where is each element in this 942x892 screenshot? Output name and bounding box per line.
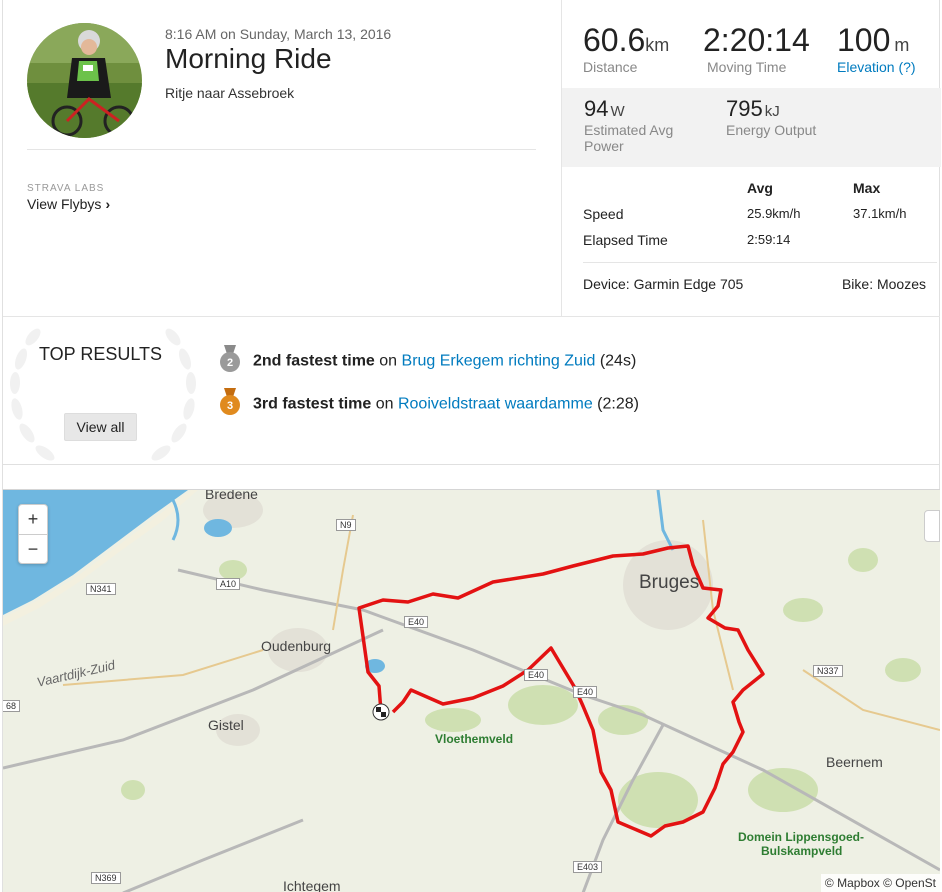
map-label-vloethemveld: Vloethemveld (435, 732, 514, 746)
elevation-value: 100 (837, 22, 891, 58)
achievement-rank: 2nd fastest time (253, 352, 375, 370)
achievement-rank: 3rd fastest time (253, 395, 372, 413)
secondary-roads (62, 514, 940, 731)
moving-time-label: Moving Time (707, 59, 787, 75)
strava-labs-label: STRAVA LABS (27, 183, 105, 194)
road-shield-e40-3: E40 (573, 686, 598, 698)
medal-number: 2 (227, 357, 233, 369)
map-side-control[interactable] (924, 510, 940, 542)
secondary-stats: 94 W Estimated Avg Power 795 kJ Energy Out… (562, 88, 941, 167)
energy-value: 795 (726, 96, 763, 121)
map-label-oudenburg: Oudenburg (261, 638, 332, 654)
achievement-item: 3 3rd fastest time on Rooiveldstraat waa… (219, 388, 639, 421)
finish-flag-icon (372, 703, 390, 721)
speed-max: 37.1km/h (853, 206, 907, 221)
power-unit: W (610, 103, 625, 120)
stats-panel: 60.6km Distance 2:20:14 Moving Time 100 m… (561, 0, 941, 316)
achievement-time: (2:28) (597, 395, 639, 413)
energy-stat: 795 kJ Energy Output (726, 96, 856, 138)
map-attribution[interactable]: © Mapbox © OpenSt (820, 874, 940, 892)
road-shield-n337: N337 (813, 665, 843, 677)
view-flybys-link[interactable]: View Flybys › (27, 196, 110, 212)
map-label-ichtegem: Ichtegem (283, 878, 341, 892)
zoom-in-button[interactable]: + (19, 505, 47, 534)
achievement-on: on (379, 352, 398, 370)
route-map[interactable]: Bredene Bruges Oudenburg Gistel Vaartdij… (3, 489, 940, 892)
view-flybys-label: View Flybys (27, 196, 102, 212)
achievement-item: 2 2nd fastest time on Brug Erkegem richt… (219, 345, 636, 378)
road-shield-e403: E403 (573, 861, 603, 873)
map-label-beernem: Beernem (826, 754, 883, 770)
road-shield-n369: N369 (91, 872, 121, 884)
achievement-on: on (375, 395, 394, 413)
segment-link[interactable]: Rooiveldstraat waardamme (398, 396, 593, 413)
map-label-domein-1: Domein Lippensgoed- (738, 830, 864, 844)
speed-label: Speed (583, 206, 624, 222)
elevation-unit: m (894, 35, 910, 55)
map-label-domein-2: Bulskampveld (761, 844, 843, 858)
laurel-wreath-icon (9, 328, 197, 461)
zoom-control: + − (18, 504, 48, 564)
energy-unit: kJ (764, 103, 780, 120)
activity-title: Morning Ride (165, 43, 332, 74)
distance-value: 60.6 (583, 22, 646, 58)
top-results-label: TOP RESULTS (38, 344, 163, 364)
road-shield-e40-2: E40 (524, 669, 549, 681)
map-label-bruges: Bruges (639, 572, 700, 593)
zoom-out-button[interactable]: − (19, 534, 47, 563)
chevron-right-icon: › (105, 196, 111, 212)
distance-label: Distance (583, 59, 638, 75)
road-shield-n368: 68 (3, 700, 21, 712)
activity-description: Ritje naar Assebroek (165, 85, 295, 101)
power-label: Estimated Avg Power (584, 122, 674, 154)
primary-stats: 60.6km Distance 2:20:14 Moving Time 100 m… (562, 22, 941, 84)
road-shield-n341: N341 (86, 583, 116, 595)
medal-number: 3 (227, 400, 233, 412)
avg-header: Avg (747, 180, 773, 196)
bronze-medal-icon: 3 (219, 388, 241, 421)
stats-divider (583, 262, 937, 263)
activity-datetime: 8:16 AM on Sunday, March 13, 2016 (165, 26, 392, 42)
road-shield-n9: N9 (336, 519, 356, 531)
silver-medal-icon: 2 (219, 345, 241, 378)
elapsed-time-value: 2:59:14 (747, 232, 791, 247)
bike-info: Bike: Moozes (841, 276, 926, 292)
forest-areas (121, 548, 921, 828)
road-shield-a10: A10 (216, 578, 241, 590)
header-divider (27, 149, 536, 150)
elevation-stat: 100 m Elevation (?) (837, 22, 916, 75)
athlete-avatar[interactable] (27, 23, 142, 138)
distance-unit: km (645, 35, 670, 55)
moving-time-value: 2:20:14 (703, 22, 810, 58)
map-label-gistel: Gistel (208, 717, 244, 733)
map-label-bredene: Bredene (205, 489, 258, 502)
moving-time-stat: 2:20:14 Moving Time (703, 22, 810, 75)
speed-avg: 25.9km/h (747, 206, 801, 221)
power-stat: 94 W Estimated Avg Power (584, 96, 714, 154)
view-all-button[interactable]: View all (64, 413, 137, 441)
elevation-help-link[interactable]: Elevation (?) (837, 59, 916, 75)
power-value: 94 (584, 96, 609, 121)
top-results-section: TOP RESULTS View all 2 2nd fastest time … (3, 316, 940, 465)
distance-stat: 60.6km Distance (583, 22, 669, 75)
segment-link[interactable]: Brug Erkegem richting Zuid (402, 353, 596, 370)
energy-label: Energy Output (726, 122, 817, 138)
max-header: Max (853, 180, 881, 196)
elapsed-time-label: Elapsed Time (583, 232, 668, 248)
road-shield-e40-1: E40 (404, 616, 429, 628)
achievement-time: (24s) (599, 352, 637, 370)
device-info: Device: Garmin Edge 705 (583, 276, 744, 292)
